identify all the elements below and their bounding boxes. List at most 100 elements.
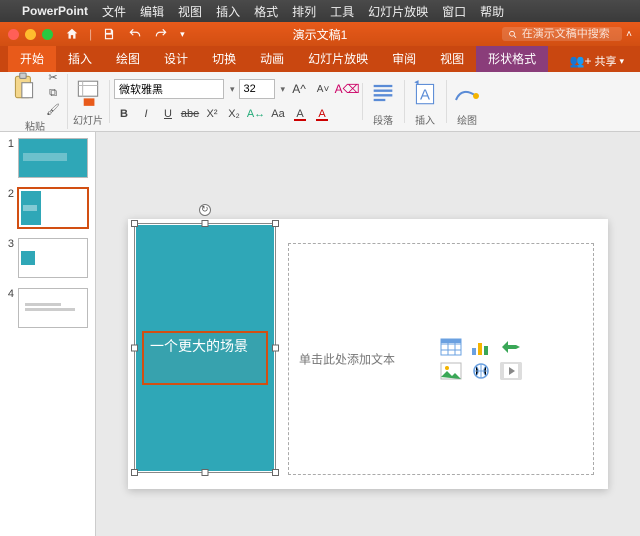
share-button[interactable]: 👥+共享 ▾ bbox=[562, 50, 632, 72]
slide-thumbnail-1[interactable] bbox=[18, 138, 88, 178]
insert-online-picture-icon[interactable] bbox=[470, 362, 492, 380]
paste-button[interactable] bbox=[8, 70, 40, 104]
slide-thumbnail-4[interactable] bbox=[18, 288, 88, 328]
group-clipboard: ✂ ⧉ 🖌 粘贴 bbox=[8, 70, 62, 133]
thumb-row[interactable]: 1 bbox=[4, 138, 91, 178]
size-dropdown-icon[interactable]: ▾ bbox=[281, 84, 286, 95]
insert-button[interactable]: A bbox=[409, 76, 441, 110]
menu-window[interactable]: 窗口 bbox=[442, 3, 466, 20]
font-color-button[interactable]: A bbox=[312, 104, 332, 124]
format-painter-icon[interactable]: 🖌 bbox=[44, 102, 62, 116]
resize-handle-s[interactable] bbox=[202, 469, 209, 476]
menu-arrange[interactable]: 排列 bbox=[292, 3, 316, 20]
bold-button[interactable]: B bbox=[114, 104, 134, 124]
tab-design[interactable]: 设计 bbox=[152, 45, 200, 72]
titlebar-chevron-up-icon[interactable]: ˄ bbox=[626, 29, 632, 40]
drawing-button[interactable] bbox=[451, 76, 483, 110]
highlight-color-button[interactable]: A bbox=[290, 104, 310, 124]
thumb-row[interactable]: 2 bbox=[4, 188, 91, 228]
resize-handle-ne[interactable] bbox=[272, 220, 279, 227]
menu-insert[interactable]: 插入 bbox=[216, 3, 240, 20]
underline-button[interactable]: U bbox=[158, 104, 178, 124]
resize-handle-e[interactable] bbox=[272, 345, 279, 352]
cut-icon[interactable]: ✂ bbox=[44, 70, 62, 84]
group-drawing: 绘图 bbox=[451, 76, 483, 127]
tab-shape-format[interactable]: 形状格式 bbox=[476, 45, 548, 72]
font-dropdown-icon[interactable]: ▾ bbox=[230, 84, 235, 95]
title-text[interactable]: 一个更大的场景 bbox=[150, 337, 248, 355]
rotation-handle[interactable] bbox=[199, 204, 211, 216]
document-title: 演示文稿1 bbox=[293, 26, 348, 43]
window-controls bbox=[8, 29, 53, 40]
insert-table-icon[interactable] bbox=[440, 338, 462, 356]
tab-view[interactable]: 视图 bbox=[428, 45, 476, 72]
tab-draw[interactable]: 绘图 bbox=[104, 45, 152, 72]
slide-thumbnail-3[interactable] bbox=[18, 238, 88, 278]
insert-video-icon[interactable] bbox=[500, 362, 522, 380]
group-paragraph: 段落 bbox=[367, 76, 399, 127]
title-text-box[interactable]: 一个更大的场景 bbox=[142, 331, 268, 385]
search-icon bbox=[508, 29, 518, 40]
insert-smartart-icon[interactable] bbox=[500, 338, 522, 356]
app-name[interactable]: PowerPoint bbox=[22, 4, 88, 18]
character-spacing-icon[interactable]: A↔ bbox=[246, 104, 266, 124]
menu-format[interactable]: 格式 bbox=[254, 3, 278, 20]
slide-thumbnails-panel[interactable]: 1 2 3 4 bbox=[0, 132, 96, 536]
insert-picture-icon[interactable] bbox=[440, 362, 462, 380]
menu-view[interactable]: 视图 bbox=[178, 3, 202, 20]
search-input[interactable] bbox=[522, 28, 616, 40]
paragraph-button[interactable] bbox=[367, 76, 399, 110]
menu-edit[interactable]: 编辑 bbox=[140, 3, 164, 20]
thumb-row[interactable]: 3 bbox=[4, 238, 91, 278]
insert-chart-icon[interactable] bbox=[470, 338, 492, 356]
resize-handle-w[interactable] bbox=[131, 345, 138, 352]
resize-handle-nw[interactable] bbox=[131, 220, 138, 227]
resize-handle-se[interactable] bbox=[272, 469, 279, 476]
clear-formatting-icon[interactable]: A⌫ bbox=[337, 79, 357, 99]
qat-customize-dropdown[interactable]: ▾ bbox=[180, 29, 185, 40]
group-insert: A 插入 bbox=[409, 76, 441, 127]
superscript-button[interactable]: X² bbox=[202, 104, 222, 124]
insert-label: 插入 bbox=[415, 112, 435, 127]
tab-review[interactable]: 审阅 bbox=[380, 45, 428, 72]
redo-icon[interactable] bbox=[152, 25, 170, 43]
tab-transitions[interactable]: 切换 bbox=[200, 45, 248, 72]
menu-help[interactable]: 帮助 bbox=[480, 3, 504, 20]
tab-slideshow[interactable]: 幻灯片放映 bbox=[296, 45, 380, 72]
save-icon[interactable] bbox=[100, 25, 118, 43]
font-size-select[interactable] bbox=[239, 79, 275, 99]
tab-insert[interactable]: 插入 bbox=[56, 45, 104, 72]
slide-editor[interactable]: 一个更大的场景 单击此处添加文本 bbox=[96, 132, 640, 536]
home-icon[interactable] bbox=[63, 25, 81, 43]
ribbon-toolbar: ✂ ⧉ 🖌 粘贴 幻灯片 ▾ ▾ A^ A˅ A⌫ B I U abe X² bbox=[0, 72, 640, 132]
content-placeholder[interactable]: 单击此处添加文本 bbox=[288, 243, 594, 475]
italic-button[interactable]: I bbox=[136, 104, 156, 124]
placeholder-hint-text: 单击此处添加文本 bbox=[299, 351, 395, 368]
menu-slideshow[interactable]: 幻灯片放映 bbox=[368, 3, 428, 20]
search-box[interactable] bbox=[502, 27, 622, 41]
font-name-select[interactable] bbox=[114, 79, 224, 99]
change-case-icon[interactable]: Aa bbox=[268, 104, 288, 124]
strikethrough-button[interactable]: abe bbox=[180, 104, 200, 124]
increase-font-icon[interactable]: A^ bbox=[289, 79, 309, 99]
menu-tools[interactable]: 工具 bbox=[330, 3, 354, 20]
window-zoom-button[interactable] bbox=[42, 29, 53, 40]
resize-handle-n[interactable] bbox=[202, 220, 209, 227]
resize-handle-sw[interactable] bbox=[131, 469, 138, 476]
tab-home[interactable]: 开始 bbox=[8, 45, 56, 72]
window-minimize-button[interactable] bbox=[25, 29, 36, 40]
tab-animations[interactable]: 动画 bbox=[248, 45, 296, 72]
copy-icon[interactable]: ⧉ bbox=[44, 86, 62, 100]
ribbon-tabs: 开始 插入 绘图 设计 切换 动画 幻灯片放映 审阅 视图 形状格式 👥+共享 … bbox=[0, 46, 640, 72]
placeholder-icons bbox=[440, 338, 522, 380]
undo-icon[interactable] bbox=[126, 25, 144, 43]
new-slide-button[interactable] bbox=[72, 76, 104, 110]
thumb-row[interactable]: 4 bbox=[4, 288, 91, 328]
group-slides: 幻灯片 bbox=[72, 76, 104, 127]
slide-thumbnail-2[interactable] bbox=[18, 188, 88, 228]
menu-file[interactable]: 文件 bbox=[102, 3, 126, 20]
slide-canvas[interactable]: 一个更大的场景 单击此处添加文本 bbox=[128, 219, 608, 489]
subscript-button[interactable]: X₂ bbox=[224, 104, 244, 124]
window-close-button[interactable] bbox=[8, 29, 19, 40]
decrease-font-icon[interactable]: A˅ bbox=[313, 79, 333, 99]
